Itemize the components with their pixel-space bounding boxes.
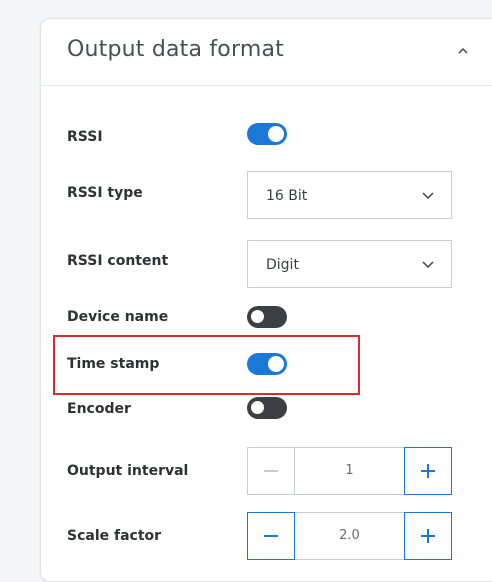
rssi-content-select[interactable]: Digit [247,240,452,288]
scale-factor-label: Scale factor [67,528,162,544]
scale-factor-decrement-button[interactable] [247,512,295,560]
panel-header[interactable]: Output data format [41,19,492,86]
rssi-toggle[interactable] [247,123,287,145]
toggle-knob [250,308,265,324]
device-name-toggle[interactable] [247,306,287,328]
minus-icon [264,535,278,537]
rssi-content-label: RSSI content [67,253,169,269]
toggle-knob [250,399,265,415]
encoder-toggle[interactable] [247,397,287,419]
output-interval-increment-button[interactable] [404,447,452,495]
rssi-type-select[interactable]: 16 Bit [247,171,452,219]
rssi-label: RSSI [67,129,103,145]
toggle-knob [268,126,284,142]
output-data-format-panel: Output data format RSSI RSSI type 16 Bit… [40,18,492,582]
collapse-button[interactable] [451,39,475,63]
output-interval-label: Output interval [67,463,189,479]
plus-icon [421,464,435,478]
time-stamp-label: Time stamp [67,356,160,372]
output-interval-stepper: 1 [247,447,452,495]
toggle-knob [268,356,284,372]
chevron-down-icon [422,261,434,269]
scale-factor-increment-button[interactable] [404,512,452,560]
rssi-type-label: RSSI type [67,185,143,201]
scale-factor-stepper: 2.0 [247,512,452,560]
rssi-content-value: Digit [266,257,299,273]
panel-title: Output data format [67,37,284,62]
chevron-up-icon [458,47,468,54]
device-name-label: Device name [67,309,169,325]
minus-icon [264,470,278,472]
plus-icon [421,529,435,543]
scale-factor-input[interactable]: 2.0 [295,512,404,560]
time-stamp-toggle[interactable] [247,353,287,375]
output-interval-input[interactable]: 1 [295,447,404,495]
chevron-down-icon [422,192,434,200]
output-interval-decrement-button[interactable] [247,447,295,495]
encoder-label: Encoder [67,401,131,417]
rssi-type-value: 16 Bit [266,188,308,204]
